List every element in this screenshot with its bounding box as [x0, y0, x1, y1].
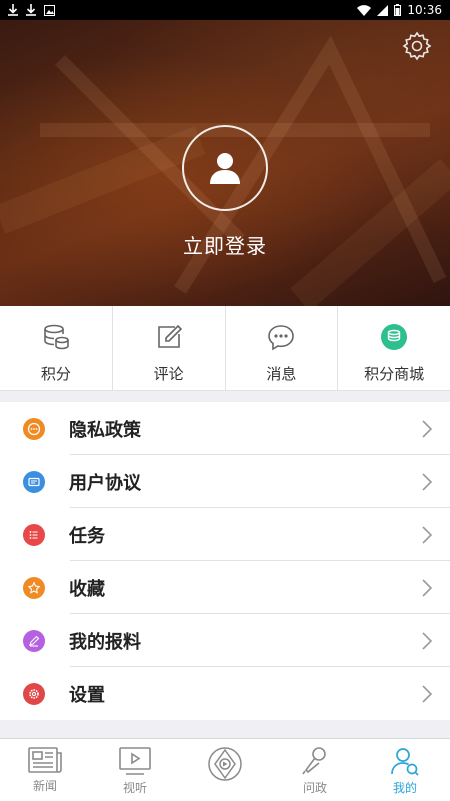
quick-action-comments[interactable]: 评论	[113, 306, 226, 390]
privacy-icon	[23, 417, 45, 440]
tab-profile[interactable]: 我的	[360, 739, 450, 801]
tab-news[interactable]: 新闻	[0, 739, 90, 801]
signal-icon	[377, 4, 389, 16]
agreement-icon	[23, 470, 45, 493]
menu-item-label: 隐私政策	[69, 419, 141, 441]
chevron-right-icon	[422, 526, 432, 544]
image-icon	[44, 4, 55, 16]
menu-item-favorites[interactable]: 收藏	[0, 561, 450, 614]
menu-item-label: 收藏	[69, 578, 105, 600]
database-icon	[44, 324, 69, 350]
pencil-icon	[23, 629, 45, 652]
profile-header: 立即登录	[0, 20, 450, 306]
quick-action-label: 评论	[153, 365, 184, 383]
user-icon	[210, 153, 240, 184]
quick-action-label: 积分商城	[364, 365, 425, 383]
download-icon	[8, 4, 18, 16]
tab-label: 我的	[392, 781, 417, 795]
menu-item-label: 我的报料	[69, 631, 141, 653]
task-list-icon	[23, 523, 45, 546]
emblem-icon	[208, 747, 242, 781]
chevron-right-icon	[422, 579, 432, 597]
tab-label: 新闻	[32, 779, 57, 793]
quick-action-points[interactable]: 积分	[0, 306, 113, 390]
quick-actions: 积分 评论 消息 积分商城	[0, 306, 450, 391]
bottom-tab-bar: 新闻 视听 问政 我的	[0, 738, 450, 801]
gear-icon	[402, 31, 432, 61]
battery-icon	[394, 4, 402, 16]
wifi-icon	[357, 4, 372, 16]
newspaper-icon	[28, 747, 62, 773]
menu-item-label: 任务	[69, 525, 105, 547]
tab-label: 问政	[302, 781, 327, 795]
quick-action-points-mall[interactable]: 积分商城	[338, 306, 450, 390]
status-right-icons: 10:36	[357, 3, 442, 17]
status-left-icons	[8, 4, 55, 16]
quick-action-messages[interactable]: 消息	[226, 306, 339, 390]
star-icon	[23, 576, 45, 599]
quick-action-label: 积分	[40, 365, 71, 383]
coins-icon	[381, 324, 408, 350]
tab-inquiry[interactable]: 问政	[270, 739, 360, 801]
menu-item-my-reports[interactable]: 我的报料	[0, 614, 450, 667]
chevron-right-icon	[422, 420, 432, 438]
tab-center[interactable]	[180, 739, 270, 801]
microphone-icon	[302, 747, 326, 775]
settings-button[interactable]	[401, 30, 433, 62]
menu-item-label: 设置	[69, 684, 105, 706]
tab-video[interactable]: 视听	[90, 739, 180, 801]
chat-icon	[268, 325, 295, 351]
chevron-right-icon	[422, 632, 432, 650]
menu-item-settings[interactable]: 设置	[0, 667, 450, 720]
menu-item-tasks[interactable]: 任务	[0, 508, 450, 561]
profile-icon	[391, 748, 419, 776]
download-icon	[26, 4, 36, 16]
quick-action-label: 消息	[266, 365, 297, 383]
avatar[interactable]	[182, 125, 268, 211]
menu-item-user-agreement[interactable]: 用户协议	[0, 455, 450, 508]
menu-item-privacy-policy[interactable]: 隐私政策	[0, 402, 450, 455]
settings-menu: 隐私政策 用户协议 任务 收藏 我的报料 设置	[0, 402, 450, 720]
chevron-right-icon	[422, 473, 432, 491]
login-link[interactable]: 立即登录	[0, 230, 450, 259]
edit-icon	[157, 324, 182, 348]
menu-item-label: 用户协议	[69, 472, 141, 494]
status-time: 10:36	[407, 3, 442, 17]
status-bar: 10:36	[0, 0, 450, 20]
gear-icon	[23, 682, 45, 705]
video-icon	[119, 747, 151, 775]
tab-label: 视听	[122, 781, 147, 795]
chevron-right-icon	[422, 685, 432, 703]
